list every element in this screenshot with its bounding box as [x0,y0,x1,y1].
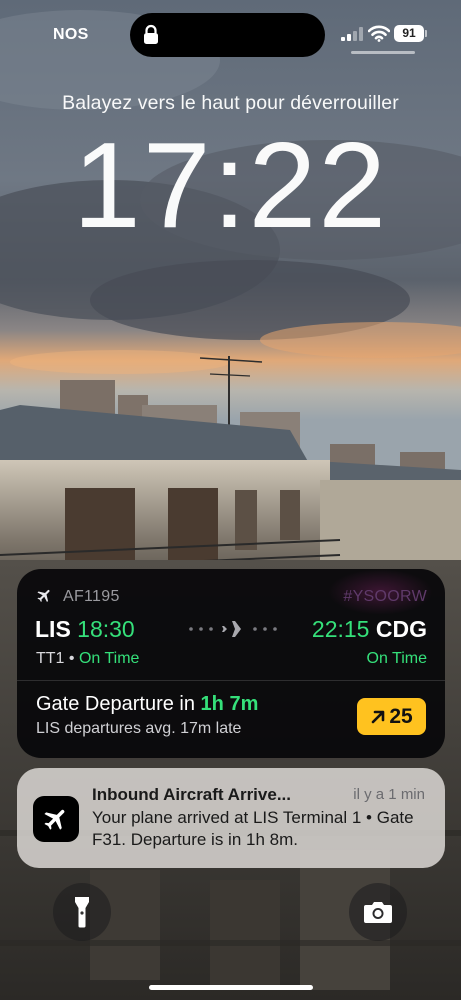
origin-code: LIS [35,616,71,642]
origin-terminal-status: TT1 • On Time [36,650,139,668]
arrow-up-right-icon [372,710,385,723]
origin-status: On Time [78,650,140,667]
status-separator: • [68,650,75,667]
divider [17,680,445,681]
flight-live-activity[interactable]: AF1195 #YSOORW LIS 18:30 22:15 CDG TT1 •… [17,569,445,758]
destination-block: 22:15 CDG [312,616,427,643]
origin-block: LIS 18:30 [35,616,135,643]
notification-time: il y a 1 min [353,786,425,803]
lock-icon [144,24,158,44]
gate-departure-line: Gate Departure in 1h 7m [36,693,258,716]
flight-number: AF1195 [63,588,120,605]
flashlight-icon [75,897,89,928]
route-plane-icon [189,621,277,637]
gate-departure-label: Gate Departure in [36,693,195,715]
lock-clock: 17:22 [72,117,389,253]
camera-button[interactable] [349,883,407,941]
flashlight-button[interactable] [53,883,111,941]
origin-time: 18:30 [77,616,135,642]
home-indicator[interactable] [149,985,313,990]
notification-card[interactable]: Inbound Aircraft Arrive... il y a 1 min … [17,768,445,868]
unlock-hint: Balayez vers le haut pour déverrouiller [62,92,399,114]
airplane-icon [44,809,65,830]
control-center-indicator[interactable] [351,51,415,54]
wifi-icon [368,25,390,42]
gate-badge: 25 [357,698,426,735]
destination-time: 22:15 [311,616,370,642]
flighty-app-icon [33,796,79,842]
camera-icon [364,902,392,923]
notification-body: Your plane arrived at LIS Terminal 1 • G… [92,808,414,849]
origin-terminal: TT1 [36,650,65,667]
battery-icon: 91 [394,25,427,42]
average-delay: LIS departures avg. 17m late [36,720,242,737]
battery-level: 91 [394,25,424,42]
notification-title: Inbound Aircraft Arrive... [92,785,291,804]
signal-icon [341,27,363,41]
gate-departure-eta: 1h 7m [200,693,259,715]
gate-number: 25 [389,704,413,728]
airplane-icon [37,589,50,603]
carrier-name: NOS [53,26,89,43]
booking-reference: #YSOORW [343,588,427,605]
destination-status: On Time [366,650,427,667]
destination-code: CDG [375,616,427,642]
